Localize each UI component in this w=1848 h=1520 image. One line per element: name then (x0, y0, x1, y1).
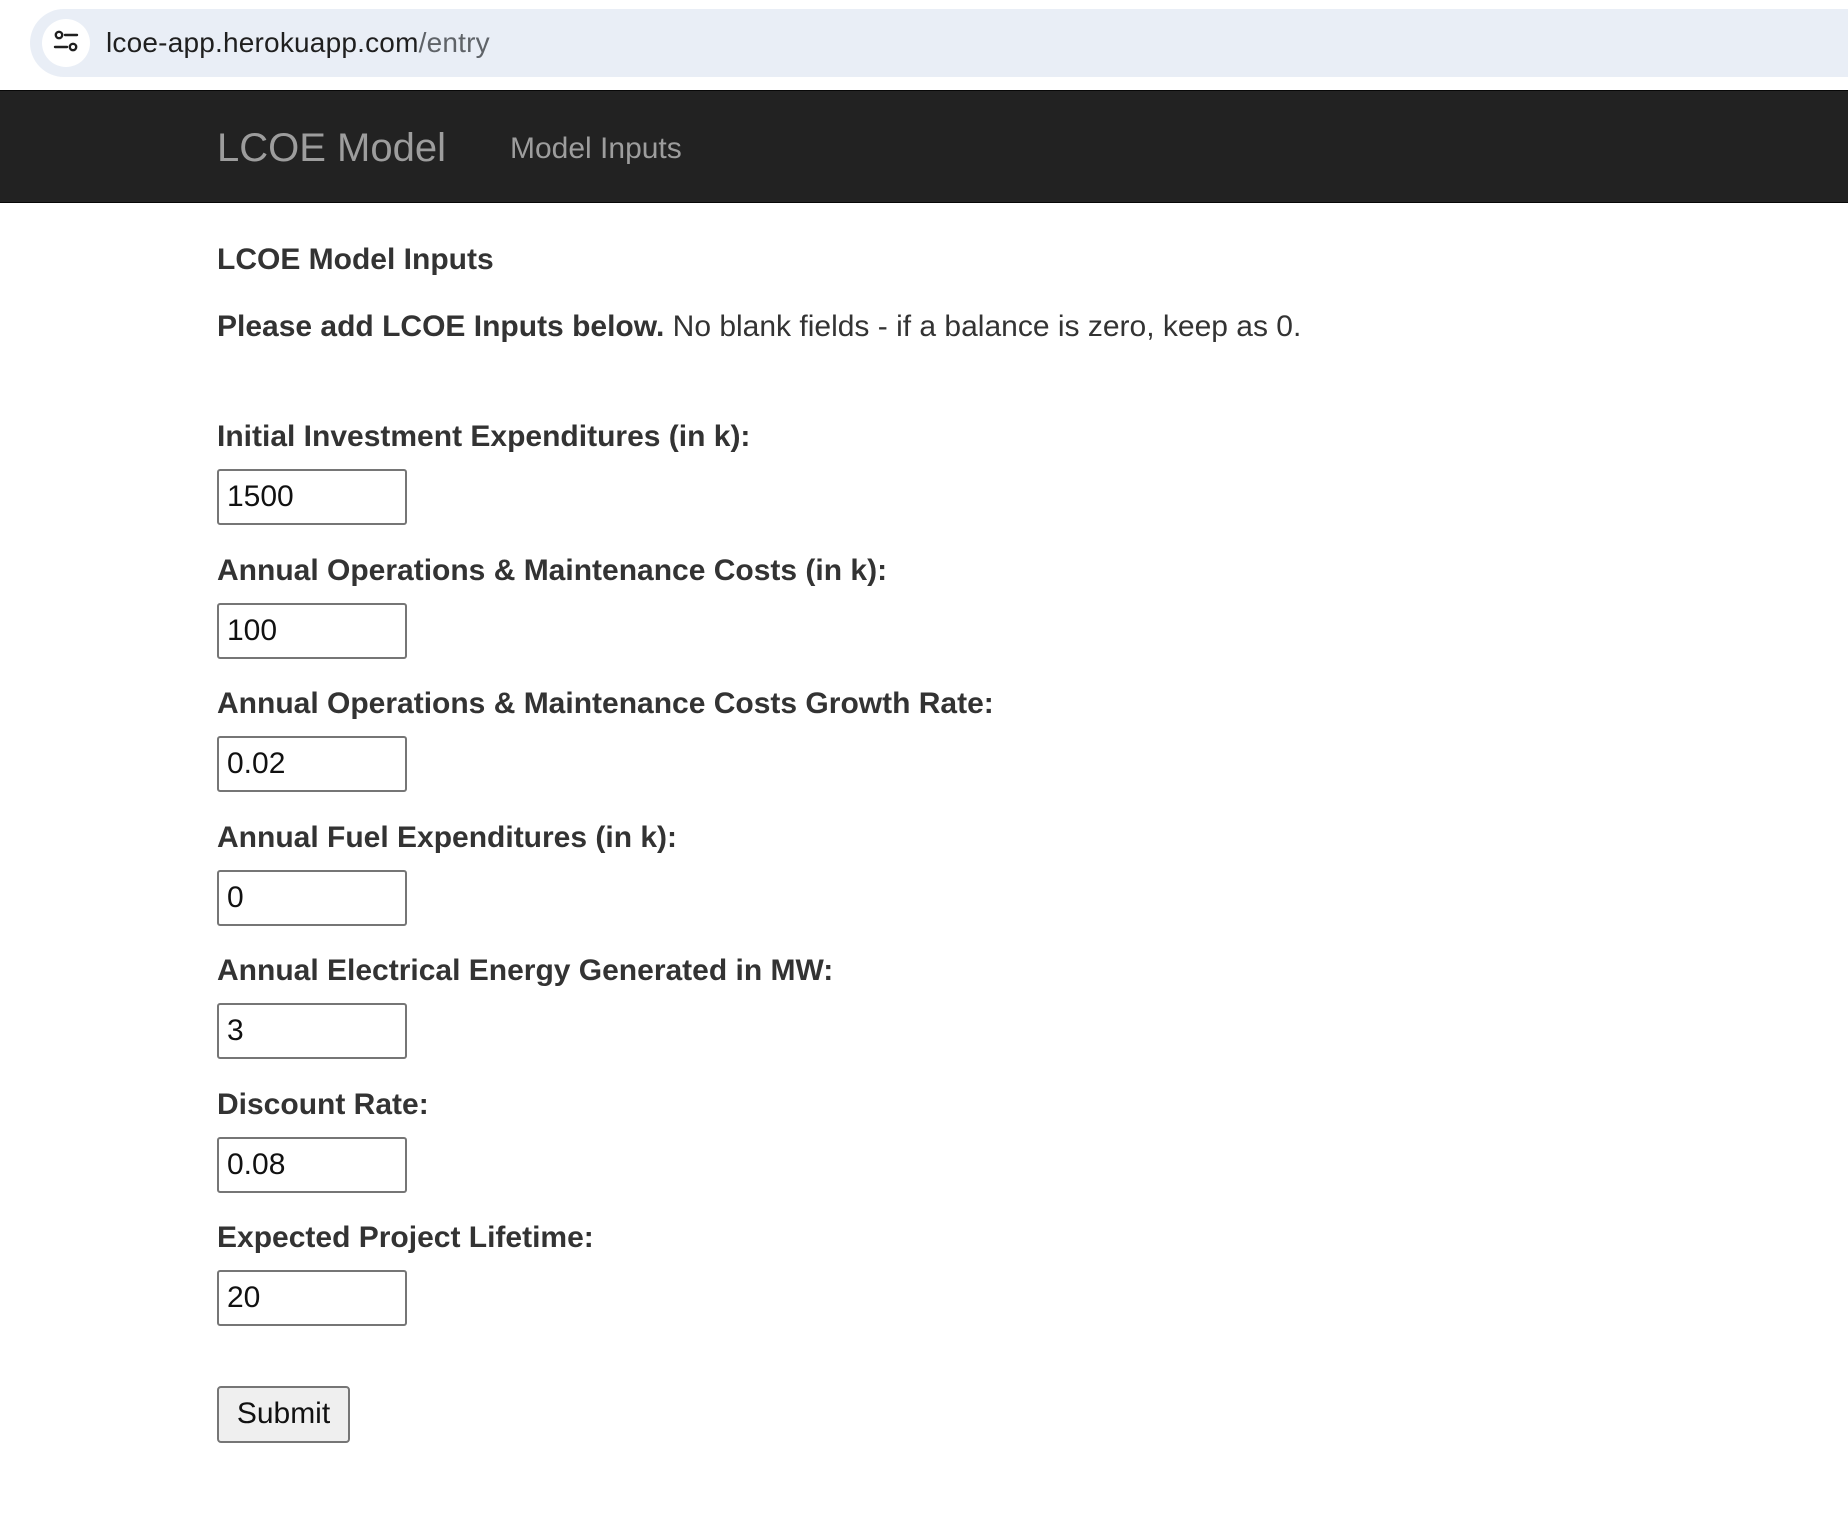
field-discount-rate: Discount Rate: (217, 1085, 1717, 1219)
main-content: LCOE Model Inputs Please add LCOE Inputs… (217, 240, 1717, 1443)
submit-button[interactable]: Submit (217, 1385, 350, 1443)
project-lifetime-input[interactable] (217, 1270, 407, 1326)
field-annual-om-costs: Annual Operations & Maintenance Costs (i… (217, 551, 1717, 685)
address-bar[interactable]: lcoe-app.herokuapp.com/entry (30, 9, 1848, 77)
field-annual-fuel: Annual Fuel Expenditures (in k): (217, 818, 1717, 952)
field-label: Annual Electrical Energy Generated in MW… (217, 954, 834, 987)
site-info-button[interactable] (42, 19, 90, 67)
initial-investment-input[interactable] (217, 469, 407, 525)
om-growth-rate-input[interactable] (217, 736, 407, 792)
field-label: Annual Operations & Maintenance Costs (i… (217, 553, 888, 587)
field-label: Annual Fuel Expenditures (in k): (217, 820, 678, 854)
field-label: Annual Operations & Maintenance Costs Gr… (217, 687, 994, 720)
url-text[interactable]: lcoe-app.herokuapp.com/entry (106, 27, 490, 59)
browser-toolbar: lcoe-app.herokuapp.com/entry (0, 0, 1848, 90)
field-om-growth-rate: Annual Operations & Maintenance Costs Gr… (217, 684, 1717, 818)
lcoe-input-form: Initial Investment Expenditures (in k): … (217, 417, 1717, 1443)
energy-generated-input[interactable] (217, 1003, 407, 1059)
instructions-rest: No blank fields - if a balance is zero, … (664, 310, 1302, 343)
navbar-brand[interactable]: LCOE Model (217, 124, 446, 172)
annual-fuel-input[interactable] (217, 869, 407, 926)
field-label: Initial Investment Expenditures (in k): (217, 420, 751, 453)
field-label: Discount Rate: (217, 1087, 429, 1121)
annual-om-costs-input[interactable] (217, 602, 407, 659)
instructions-bold: Please add LCOE Inputs below. (217, 310, 665, 343)
field-energy-generated: Annual Electrical Energy Generated in MW… (217, 951, 1717, 1085)
nav-link-model-inputs[interactable]: Model Inputs (510, 131, 682, 167)
instructions-text: Please add LCOE Inputs below. No blank f… (217, 307, 1717, 347)
discount-rate-input[interactable] (217, 1136, 407, 1193)
field-initial-investment: Initial Investment Expenditures (in k): (217, 417, 1717, 551)
url-path: /entry (418, 27, 490, 58)
top-navbar: LCOE Model Model Inputs (0, 90, 1848, 203)
url-host: lcoe-app.herokuapp.com (106, 27, 419, 58)
page-title: LCOE Model Inputs (217, 243, 494, 276)
field-label: Expected Project Lifetime: (217, 1221, 594, 1254)
tune-icon (52, 27, 80, 60)
field-project-lifetime: Expected Project Lifetime: (217, 1218, 1717, 1352)
